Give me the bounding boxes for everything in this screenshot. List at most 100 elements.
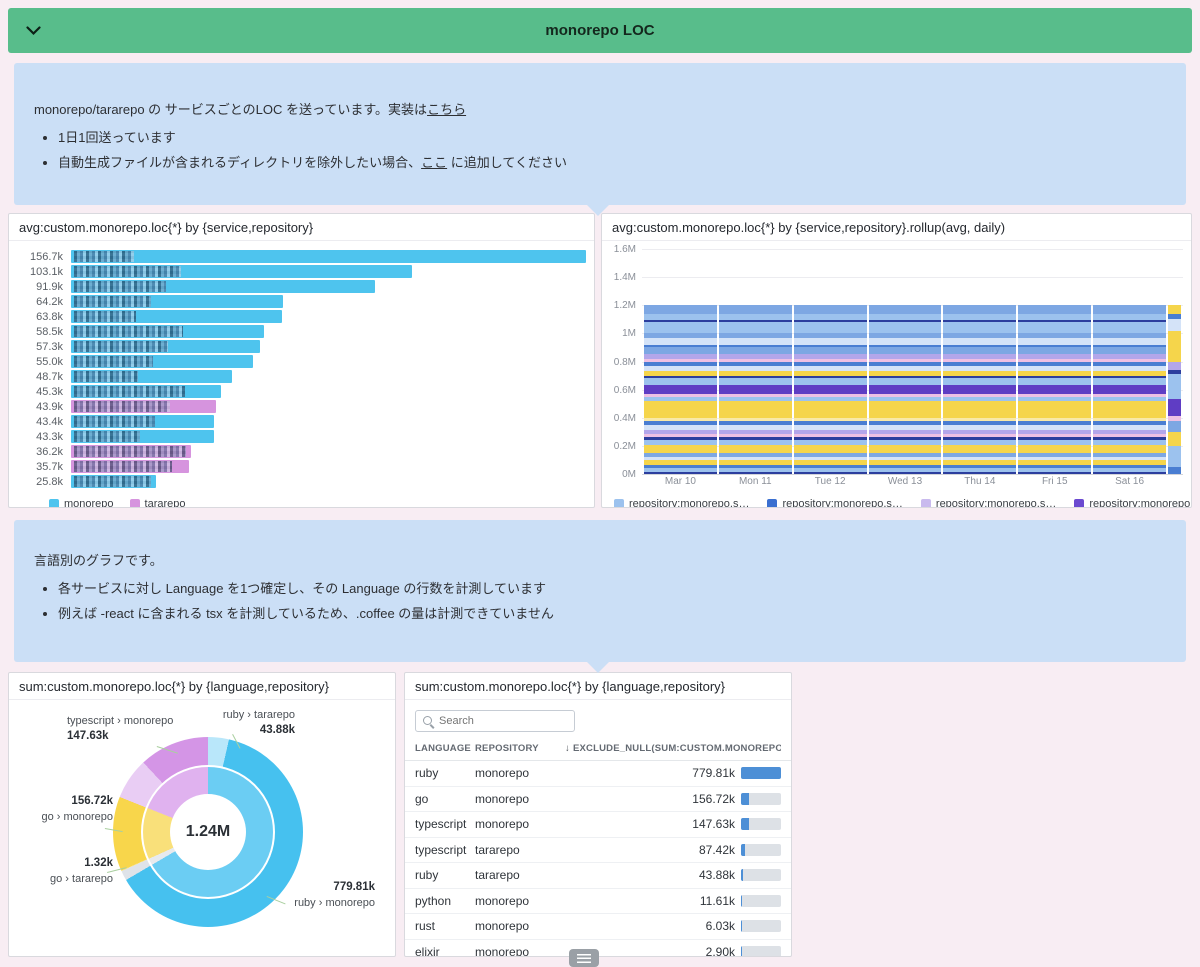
y-axis-label: 1.4M bbox=[613, 272, 636, 284]
stack-segment bbox=[793, 337, 867, 345]
value-bar-track bbox=[741, 818, 781, 831]
cell-language: ruby bbox=[415, 868, 439, 883]
callout-name: ruby › tararepo bbox=[222, 709, 295, 721]
bar-value-label: 63.8k bbox=[36, 310, 63, 323]
bar-monorepo[interactable] bbox=[71, 385, 221, 398]
cell-value-number: 6.03k bbox=[705, 919, 735, 934]
table-row[interactable]: ruby monorepo 779.81k bbox=[405, 761, 791, 787]
cell-value: 779.81k bbox=[565, 766, 781, 780]
column-value[interactable]: ↓EXCLUDE_NULL(SUM:CUSTOM.MONOREPO.LOC(… bbox=[565, 743, 781, 754]
stack-segment bbox=[718, 322, 792, 334]
table-header[interactable]: LANGUAGE REPOSITORY ↓ EXCLUDE_NULL(SUM:CU… bbox=[405, 740, 791, 761]
bar-row: 43.4k bbox=[19, 414, 586, 429]
bar-monorepo[interactable] bbox=[71, 265, 412, 278]
legend-item[interactable]: repository:monorepo,s… bbox=[1074, 498, 1191, 507]
bar-monorepo[interactable] bbox=[71, 340, 260, 353]
column-language[interactable]: LANGUAGE bbox=[415, 743, 475, 754]
stack-segment bbox=[1168, 466, 1182, 474]
stacked-bar-day[interactable] bbox=[868, 305, 942, 474]
stack-segment bbox=[943, 471, 1017, 474]
bar-monorepo[interactable] bbox=[71, 280, 375, 293]
bar-monorepo[interactable] bbox=[71, 325, 264, 338]
cell-repository: monorepo bbox=[475, 944, 530, 957]
value-bar-track bbox=[741, 767, 781, 780]
cell-repository: monorepo bbox=[475, 791, 530, 806]
bar-monorepo[interactable] bbox=[71, 475, 156, 488]
column-repository[interactable]: REPOSITORY bbox=[475, 743, 565, 754]
donut-callout: 156.72k go › monorepo bbox=[37, 794, 113, 824]
legend-item[interactable]: monorepo bbox=[49, 498, 114, 507]
bar-monorepo[interactable] bbox=[71, 370, 232, 383]
stacked-bar-day[interactable] bbox=[718, 305, 792, 474]
stack-segment bbox=[868, 471, 942, 474]
note-bullet-text: 自動生成ファイルが含まれるディレクトリを除外したい場合、 bbox=[58, 155, 422, 170]
collapse-chevron-icon[interactable] bbox=[26, 25, 41, 36]
table-row[interactable]: ruby tararepo 43.88k bbox=[405, 863, 791, 889]
stack-segment bbox=[1018, 378, 1092, 386]
stacked-bar-day[interactable] bbox=[1018, 305, 1092, 474]
stacked-bar-day[interactable] bbox=[644, 305, 717, 474]
search-input[interactable] bbox=[415, 710, 575, 732]
search-field[interactable] bbox=[439, 715, 568, 727]
sort-descending-icon[interactable]: ↓ bbox=[565, 743, 570, 754]
legend-item[interactable]: repository:monorepo,s… bbox=[920, 498, 1056, 507]
implementation-link[interactable]: こちら bbox=[427, 102, 466, 117]
table-row[interactable]: typescript tararepo 87.42k bbox=[405, 838, 791, 863]
stack-segment bbox=[1018, 305, 1092, 314]
bar-value-label: 43.4k bbox=[36, 415, 63, 428]
bar-row: 43.3k bbox=[19, 429, 586, 444]
value-bar-track bbox=[741, 843, 781, 856]
stack-segment bbox=[793, 385, 867, 394]
section-header[interactable]: monorepo LOC bbox=[8, 8, 1192, 53]
cell-value-number: 147.63k bbox=[692, 817, 735, 832]
bar-monorepo[interactable] bbox=[71, 415, 214, 428]
stacked-bar-day[interactable] bbox=[793, 305, 867, 474]
stack-segment bbox=[718, 337, 792, 345]
note-pointer bbox=[587, 662, 609, 673]
bar-row: 35.7k bbox=[19, 459, 586, 474]
stack-segment bbox=[644, 471, 717, 474]
bar-value-label: 58.5k bbox=[36, 325, 63, 338]
cell-drag-handle[interactable] bbox=[569, 949, 599, 967]
widget-daily-stacked: avg:custom.monorepo.loc{*} by {service,r… bbox=[601, 213, 1192, 508]
cell-language: ruby bbox=[415, 766, 439, 781]
table-row[interactable]: rust monorepo 6.03k bbox=[405, 914, 791, 940]
stacked-bar-day[interactable] bbox=[1093, 305, 1167, 474]
legend-item[interactable]: repository:monorepo,s… bbox=[614, 498, 749, 507]
sunburst-center: 1.24M bbox=[170, 794, 246, 870]
bar-monorepo[interactable] bbox=[71, 310, 282, 323]
stacked-bar-day[interactable] bbox=[1168, 305, 1182, 474]
stack-segment bbox=[718, 305, 792, 314]
note-text: monorepo/tararepo の サービスごとのLOC を送っています。実… bbox=[34, 102, 428, 117]
x-axis-label: Fri 15 bbox=[1041, 476, 1068, 487]
bar-tararepo[interactable] bbox=[71, 460, 189, 473]
legend-item[interactable]: tararepo bbox=[129, 498, 186, 508]
bar-monorepo[interactable] bbox=[71, 355, 253, 368]
bar-rows: 156.7k 103.1k 91.9k 64.2k 63.8k 58.5k 57.3k 55.… bbox=[19, 249, 586, 489]
value-bar-fill bbox=[741, 869, 744, 882]
stack-segment bbox=[1093, 378, 1167, 386]
value-bar-track bbox=[741, 894, 781, 907]
redacted-service-name bbox=[74, 251, 134, 262]
exclude-config-link[interactable]: ここ bbox=[421, 155, 447, 170]
bar-monorepo[interactable] bbox=[71, 295, 283, 308]
legend-label: tararepo bbox=[144, 498, 186, 508]
table-row[interactable]: python monorepo 11.61k bbox=[405, 889, 791, 914]
bar-chart: 156.7k 103.1k 91.9k 64.2k 63.8k 58.5k 57.3k 55.… bbox=[9, 241, 594, 508]
bar-monorepo[interactable] bbox=[71, 430, 214, 443]
legend-item[interactable]: repository:monorepo,s… bbox=[767, 498, 903, 507]
table-row[interactable]: go monorepo 156.72k bbox=[405, 787, 791, 812]
table-row[interactable]: typescript monorepo 147.63k bbox=[405, 812, 791, 838]
x-axis-spacer bbox=[1168, 476, 1181, 487]
bar-tararepo[interactable] bbox=[71, 445, 191, 458]
stack-segment bbox=[943, 337, 1017, 345]
donut-callout: ruby › tararepo 43.88k bbox=[207, 708, 295, 738]
bar-monorepo[interactable] bbox=[71, 250, 586, 263]
charts-row-languages: sum:custom.monorepo.loc{*} by {language,… bbox=[8, 672, 1192, 957]
page-title: monorepo LOC bbox=[545, 22, 655, 39]
bar-value-label: 43.9k bbox=[36, 400, 63, 413]
stacked-bar-day[interactable] bbox=[943, 305, 1017, 474]
bar-value-label: 35.7k bbox=[36, 460, 63, 473]
bar-tararepo[interactable] bbox=[71, 400, 216, 413]
note-bullet-text: 例えば -react に含まれる tsx を計測しているため、.coffee の… bbox=[58, 606, 554, 621]
